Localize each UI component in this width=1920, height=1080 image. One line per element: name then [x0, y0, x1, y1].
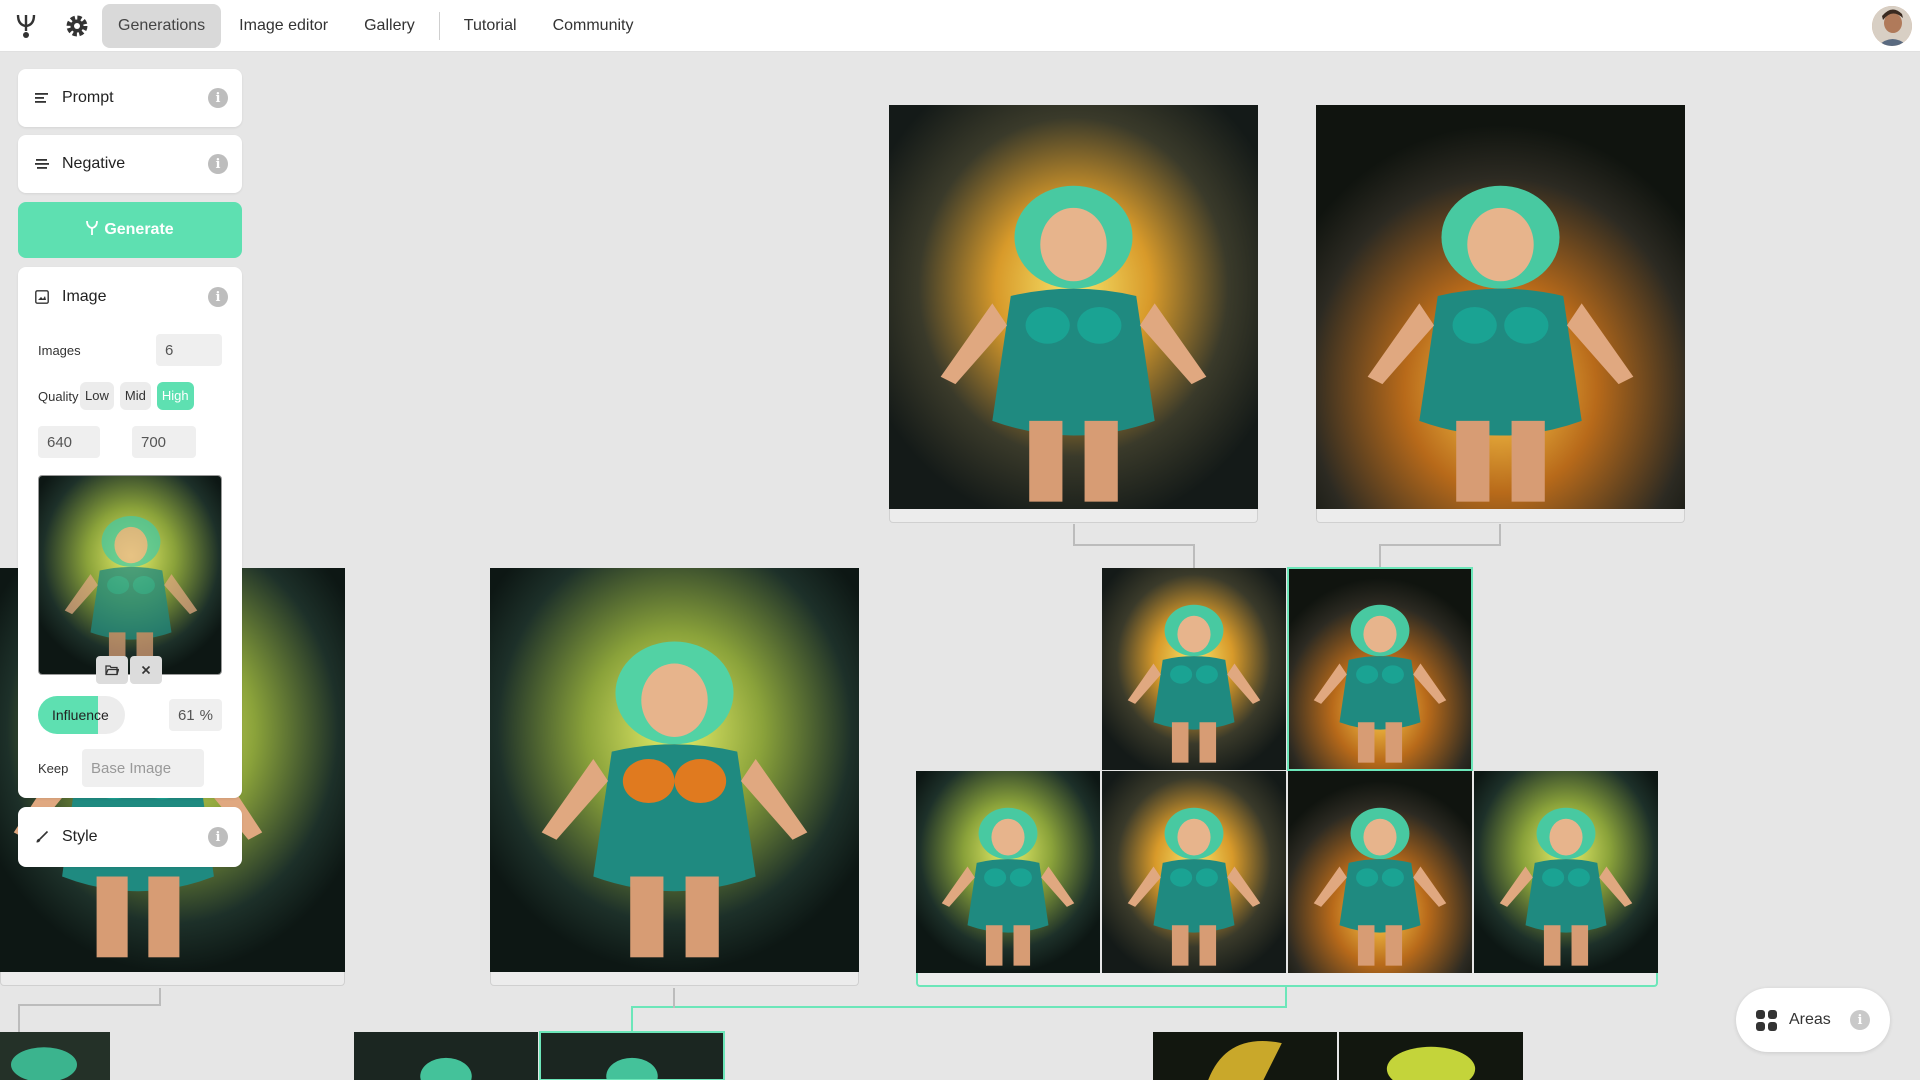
lines-icon: [32, 92, 52, 104]
tab-tutorial[interactable]: Tutorial: [446, 4, 535, 48]
main-nav: Generations Image editor Gallery Tutoria…: [102, 0, 651, 52]
generate-button[interactable]: Generate: [18, 202, 242, 258]
tree-connector: [1379, 544, 1381, 568]
image-settings-card: Image i Images 6 Quality Low Mid High 64…: [18, 267, 242, 798]
influence-input[interactable]: 61 %: [168, 699, 222, 731]
generate-label: Generate: [104, 221, 174, 238]
close-icon[interactable]: [130, 656, 162, 684]
quality-mid-button[interactable]: Mid: [119, 382, 151, 410]
generated-image-thumb[interactable]: [0, 1032, 110, 1080]
quality-high-button[interactable]: High: [156, 382, 194, 410]
info-icon[interactable]: i: [208, 88, 228, 108]
areas-label: Areas: [1789, 1011, 1831, 1028]
image-icon: [32, 290, 52, 304]
negative-card[interactable]: Negative i: [18, 135, 242, 193]
image-footer: [889, 509, 1258, 523]
tree-connector: [1073, 544, 1195, 546]
generated-image-thumb-selected[interactable]: [1287, 567, 1473, 771]
generated-image[interactable]: [1316, 105, 1685, 509]
generated-image-thumb[interactable]: [1102, 568, 1286, 770]
height-input[interactable]: 700: [132, 426, 196, 458]
tree-connector: [1499, 524, 1501, 546]
base-image-preview[interactable]: [38, 475, 222, 675]
fork-icon[interactable]: [0, 0, 52, 52]
influence-unit: %: [199, 706, 213, 724]
avatar[interactable]: [1872, 6, 1912, 46]
tree-connector: [18, 1004, 20, 1032]
generated-image-thumb[interactable]: [1102, 771, 1286, 973]
areas-button[interactable]: Areas i: [1736, 988, 1890, 1052]
selection-group-footer: [916, 973, 1658, 987]
prompt-label: Prompt: [62, 89, 114, 106]
keep-label: Keep: [38, 760, 69, 776]
grid-icon: [1756, 1009, 1777, 1031]
info-icon[interactable]: i: [208, 287, 228, 307]
tree-connector: [673, 988, 675, 1008]
brush-icon: [32, 830, 52, 844]
generated-image-thumb[interactable]: [354, 1032, 538, 1080]
width-input[interactable]: 640: [38, 426, 100, 458]
image-footer: [0, 972, 345, 986]
info-icon[interactable]: i: [208, 827, 228, 847]
image-section-label: Image: [62, 288, 107, 305]
style-card[interactable]: Style i: [18, 807, 242, 867]
tree-connector: [18, 1004, 161, 1006]
negative-label: Negative: [62, 155, 126, 172]
tab-generations[interactable]: Generations: [102, 3, 222, 48]
tab-image-editor[interactable]: Image editor: [221, 4, 346, 48]
tree-connector: [1193, 544, 1195, 568]
nav-divider: [438, 11, 440, 40]
generated-image-thumb[interactable]: [916, 771, 1100, 973]
generated-image-thumb[interactable]: [1339, 1032, 1523, 1080]
tab-community[interactable]: Community: [535, 4, 652, 48]
generated-image[interactable]: [889, 105, 1258, 509]
quality-label: Quality: [38, 388, 79, 404]
tab-gallery[interactable]: Gallery: [346, 4, 433, 48]
preview-actions: [96, 656, 164, 684]
info-icon[interactable]: i: [208, 154, 228, 174]
selection-connector: [1285, 986, 1287, 1008]
images-count-label: Images: [38, 342, 81, 358]
folder-open-icon[interactable]: [96, 656, 128, 684]
prompt-card[interactable]: Prompt i: [18, 69, 242, 127]
image-footer: [490, 972, 859, 986]
keep-input[interactable]: Base Image: [82, 749, 204, 787]
tree-connector: [1073, 524, 1075, 546]
info-icon[interactable]: i: [1850, 1010, 1870, 1030]
generated-image-thumb-selected[interactable]: [539, 1031, 725, 1080]
generated-image-thumb[interactable]: [1288, 771, 1472, 973]
influence-value: 61: [177, 706, 195, 724]
quality-low-button[interactable]: Low: [80, 382, 114, 410]
generated-image-thumb[interactable]: [1153, 1032, 1337, 1080]
strikethrough-icon: [32, 158, 52, 170]
influence-label: Influence: [52, 707, 109, 723]
images-count-input[interactable]: 6: [156, 334, 222, 366]
selection-connector: [631, 1006, 633, 1032]
gear-icon[interactable]: [52, 0, 102, 52]
influence-slider[interactable]: Influence: [38, 696, 125, 734]
image-footer: [1316, 509, 1685, 523]
fork-icon: [86, 220, 99, 241]
generated-image[interactable]: [490, 568, 859, 972]
tree-connector: [1379, 544, 1501, 546]
top-bar: Generations Image editor Gallery Tutoria…: [0, 0, 1920, 52]
selection-connector: [631, 1006, 1287, 1008]
generated-image-thumb[interactable]: [1474, 771, 1658, 973]
keep-placeholder: Base Image: [91, 759, 172, 777]
style-label: Style: [62, 828, 98, 845]
